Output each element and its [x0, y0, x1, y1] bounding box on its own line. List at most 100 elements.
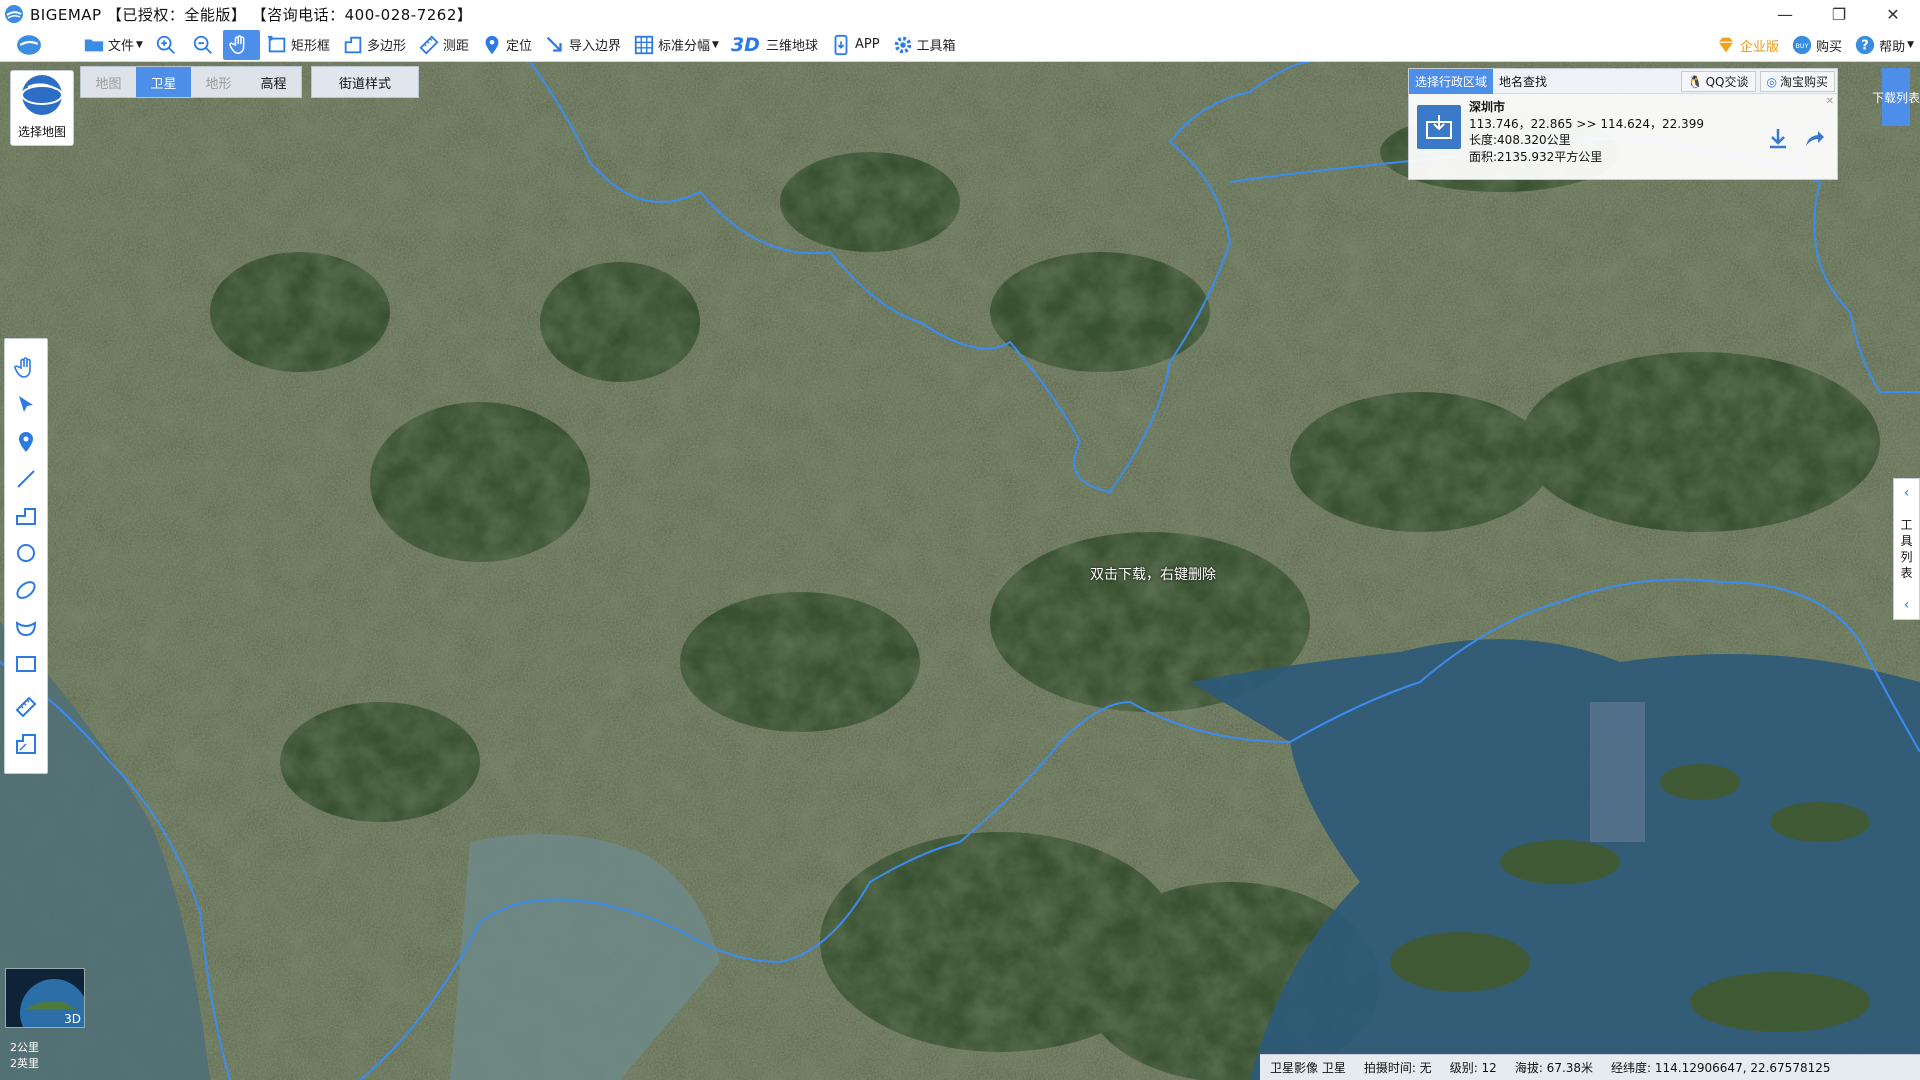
select-map-button[interactable]: 选择地图 — [10, 70, 74, 146]
hand-tool[interactable] — [11, 349, 41, 386]
tab-map[interactable]: 地图 — [81, 67, 136, 97]
qq-chat-label: QQ交谈 — [1705, 75, 1749, 89]
3d-label: 3D — [64, 1012, 81, 1026]
map-hint-text: 双击下载，右键删除 — [1090, 567, 1216, 583]
zoom-out-icon — [193, 35, 212, 54]
rect-select-button[interactable]: 矩形框 — [260, 30, 336, 60]
polygon-select-button[interactable]: 多边形 — [336, 30, 412, 60]
qq-chat-button[interactable]: 🐧 QQ交谈 — [1680, 71, 1756, 92]
scale-km: 2公里 — [10, 1041, 39, 1054]
help-icon: ? — [1855, 35, 1875, 55]
polyline-tool[interactable] — [11, 497, 41, 534]
map-type-tabs: 地图 卫星 地形 高程 — [80, 66, 302, 98]
ellipse-icon — [16, 580, 36, 599]
download-list-label: 下载列表 — [1871, 90, 1920, 105]
polyline-icon — [16, 507, 36, 525]
satellite-map[interactable] — [0, 62, 1920, 1080]
help-menu[interactable]: ? 帮助 ▼ — [1848, 30, 1920, 60]
close-button[interactable]: ✕ — [1866, 0, 1920, 28]
region-city-name: 深圳市 — [1469, 100, 1506, 114]
chevron-down-icon: ▼ — [1907, 40, 1914, 50]
import-boundary-button[interactable]: 导入边界 — [538, 30, 627, 60]
restore-button[interactable]: ❐ — [1812, 0, 1866, 28]
region-download-button[interactable] — [1417, 105, 1461, 149]
3d-minimap[interactable]: 3D — [5, 968, 85, 1028]
measure-button[interactable]: 测距 — [412, 30, 475, 60]
tab-select-admin-region[interactable]: 选择行政区域 — [1409, 69, 1494, 94]
area-ruler-icon — [16, 733, 36, 754]
region-area: 面积:2135.932平方公里 — [1469, 149, 1603, 164]
taobao-buy-label: 淘宝购买 — [1779, 75, 1828, 89]
download-icon[interactable] — [1767, 127, 1789, 149]
line-tool[interactable] — [11, 460, 41, 497]
region-length: 长度:408.320公里 — [1469, 133, 1571, 147]
tool-list-tab[interactable]: ‹ 工具列表 ‹ — [1893, 478, 1920, 620]
locate-label: 定位 — [505, 39, 532, 54]
rectangle-icon — [16, 655, 36, 672]
marker-tool[interactable] — [11, 423, 41, 460]
location-pin-icon — [19, 431, 33, 452]
title-bar: BIGEMAP 【已授权：全能版】 【咨询电话：400-028-7262】 — … — [0, 0, 1920, 28]
enterprise-button[interactable]: 企业版 — [1709, 30, 1785, 60]
buy-icon: BUY — [1792, 35, 1812, 55]
taobao-buy-button[interactable]: ◎ 淘宝购买 — [1759, 71, 1835, 92]
chevron-down-icon: ▼ — [136, 39, 143, 50]
buy-label: 购买 — [1816, 39, 1843, 55]
scale-mi: 2英里 — [10, 1057, 39, 1070]
ruler-tool[interactable] — [11, 688, 41, 725]
panel-close-icon[interactable]: ✕ — [1826, 96, 1834, 107]
circle-icon — [17, 543, 35, 562]
download-list-button[interactable]: 下载列表 — [1872, 68, 1920, 126]
locate-button[interactable]: 定位 — [475, 30, 538, 60]
status-source: 卫星影像 卫星 — [1270, 1061, 1346, 1075]
download-box-icon — [1426, 115, 1452, 139]
share-arrow-icon[interactable] — [1803, 127, 1825, 149]
left-drawing-toolbar — [4, 338, 48, 774]
rectangle-icon — [267, 35, 286, 52]
rectangle-tool[interactable] — [11, 645, 41, 682]
toolbox-button[interactable]: 工具箱 — [886, 30, 962, 60]
buy-button[interactable]: BUY 购买 — [1785, 30, 1848, 60]
tab-satellite[interactable]: 卫星 — [136, 67, 191, 97]
app-button[interactable]: APP — [824, 30, 886, 60]
minimize-button[interactable]: — — [1758, 0, 1812, 28]
window-title: BIGEMAP 【已授权：全能版】 【咨询电话：400-028-7262】 — [30, 5, 473, 24]
select-map-label: 选择地图 — [17, 125, 66, 139]
tab-place-search[interactable]: 地名查找 — [1493, 69, 1553, 94]
hand-icon — [14, 356, 31, 378]
toolbox-label: 工具箱 — [916, 39, 956, 54]
zoom-out-button[interactable] — [186, 30, 223, 60]
status-level: 级别: 12 — [1449, 1061, 1497, 1075]
globe-icon — [21, 75, 63, 115]
taobao-icon: ◎ — [1766, 74, 1777, 89]
file-menu[interactable]: 文件 ▼ — [77, 30, 149, 60]
layers-button[interactable] — [8, 30, 53, 60]
standard-sheet-menu[interactable]: 标准分幅 ▼ — [627, 30, 725, 60]
region-coords: 113.746，22.865 >> 114.624，22.399 — [1469, 116, 1704, 131]
earth-3d-label: 三维地球 — [765, 39, 818, 54]
main-toolbar: 文件 ▼ 矩形框 多边形 测距 定位 导入边界 标准分幅 ▼ 3D 三维地球 APP … — [0, 28, 1920, 62]
location-pin-icon — [485, 35, 499, 54]
arc-tool[interactable] — [11, 608, 41, 645]
street-style-button[interactable]: 街道样式 — [311, 66, 419, 98]
grid-icon — [634, 35, 654, 54]
zoom-in-button[interactable] — [149, 30, 186, 60]
status-altitude: 海拔: 67.38米 — [1514, 1061, 1594, 1075]
measure-label: 测距 — [442, 39, 469, 54]
app-label: APP — [854, 37, 880, 52]
circle-tool[interactable] — [11, 534, 41, 571]
standard-sheet-label: 标准分幅 — [658, 39, 711, 54]
ellipse-tool[interactable] — [11, 571, 41, 608]
area-measure-tool[interactable] — [11, 725, 41, 762]
tab-terrain[interactable]: 地形 — [191, 67, 246, 97]
polygon-select-label: 多边形 — [366, 39, 406, 54]
folder-icon — [84, 39, 104, 51]
pan-tool-button[interactable] — [222, 29, 260, 60]
pointer-tool[interactable] — [11, 386, 41, 423]
bigemap-logo-icon — [5, 5, 23, 23]
tab-elevation[interactable]: 高程 — [246, 67, 301, 97]
earth-3d-button[interactable]: 3D 三维地球 — [725, 30, 824, 60]
file-label: 文件 — [108, 39, 135, 54]
scale-bar: 2公里 2英里 — [10, 1040, 39, 1072]
phone-icon — [834, 34, 848, 55]
